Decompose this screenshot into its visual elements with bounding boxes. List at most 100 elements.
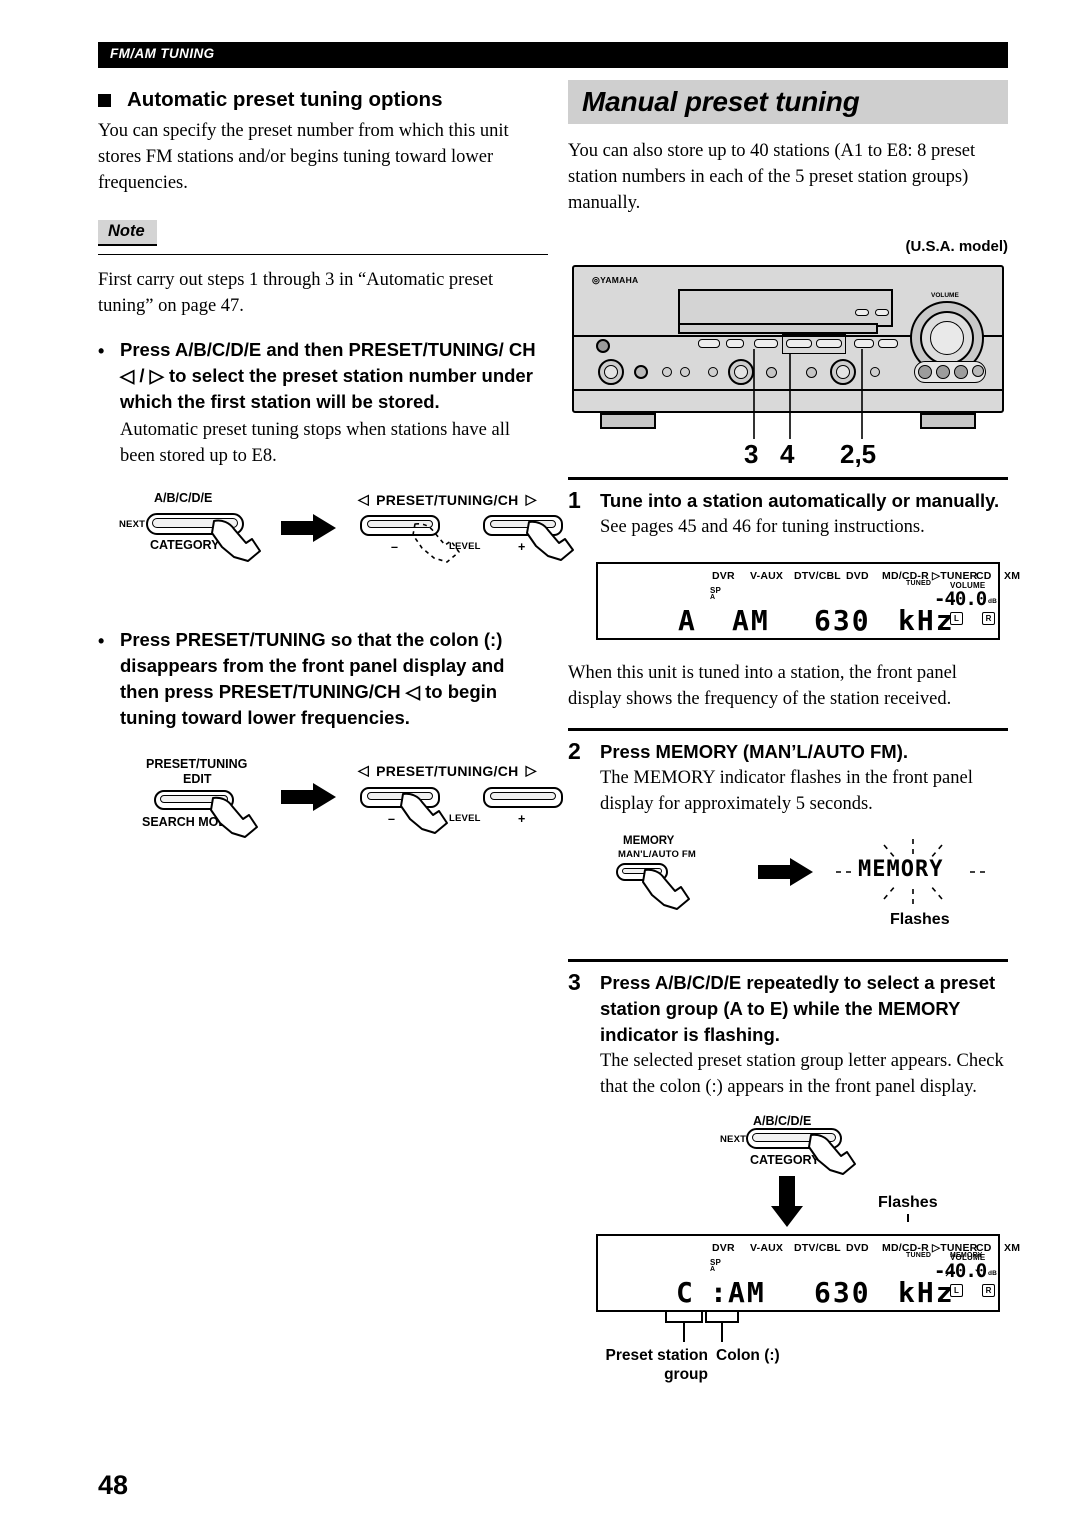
arrow-right-icon-2	[281, 783, 336, 811]
arrow-right-icon-3	[758, 858, 813, 886]
lcd2-colon: :	[710, 1276, 727, 1309]
lcd1-band: AM	[732, 604, 770, 637]
bullet-title-1: Press A/B/C/D/E and then PRESET/TUNING/ …	[120, 339, 536, 412]
rule-step-3	[568, 959, 1008, 962]
caption-preset-station-group: Preset station group	[596, 1346, 708, 1384]
diagram-presettuning-to-preset: PRESET/TUNING EDIT SEARCH MODE ◁ PRESET/…	[98, 757, 563, 857]
step-3: 3 Press A/B/C/D/E repeatedly to select a…	[568, 970, 1008, 1048]
manual-preset-tuning-banner: Manual preset tuning	[568, 80, 1008, 124]
lcd2-tuned-indicator: TUNED	[906, 1252, 932, 1259]
step-1-title: Tune into a station automatically or man…	[600, 490, 1000, 511]
receiver-callout-3: 3	[744, 439, 759, 469]
step-3-number: 3	[568, 969, 581, 995]
left-column: Automatic preset tuning options You can …	[98, 80, 574, 857]
diagram2-top-label-1: PRESET/TUNING	[146, 757, 248, 771]
bullet-marker: •	[98, 341, 105, 361]
lcd2-src-vaux: V-AUX	[750, 1242, 784, 1254]
receiver-callout-25: 2,5	[840, 439, 877, 469]
lcd1-unit: kHz	[898, 604, 955, 637]
flashes-leader-line	[907, 1214, 909, 1222]
note-text: First carry out steps 1 through 3 in “Au…	[98, 270, 494, 316]
lcd2-group-letter: C	[676, 1276, 693, 1309]
banner-title: Manual preset tuning	[582, 86, 860, 117]
left-intro-paragraph: You can specify the preset number from w…	[98, 121, 509, 193]
lcd1-group-letter: A	[678, 604, 697, 637]
note-block: Note	[98, 206, 548, 255]
lcd1-tuned-indicator: TUNED	[906, 580, 932, 587]
lcd1-src-dvr: DVR	[712, 570, 735, 582]
running-head-bar: FM/AM TUNING	[98, 42, 1008, 68]
preset-tuning-ch-label-2: PRESET/TUNING/CH	[376, 762, 519, 779]
bullet-item-2: • Press PRESET/TUNING so that the colon …	[98, 627, 548, 731]
caption-line-1: Preset station	[605, 1347, 708, 1364]
right-arrow-icon-2: ▷	[525, 762, 537, 778]
right-column: Manual preset tuning You can also store …	[568, 80, 1020, 1384]
bullet-marker-2: •	[98, 631, 105, 651]
step-1: 1 Tune into a station automatically or m…	[568, 488, 1008, 514]
memory-button-label-1: MEMORY	[623, 835, 675, 847]
receiver-callout-4: 4	[780, 439, 795, 469]
lcd1-volume-unit: dB	[988, 598, 998, 605]
lcd1-src-dtvcbl: DTV/CBL	[794, 570, 841, 582]
receiver-leader-lines	[753, 349, 863, 439]
lcd2-volume-unit: dB	[988, 1270, 998, 1277]
diagram2-right-heading: ◁ PRESET/TUNING/CH ▷	[358, 762, 537, 779]
bullet-body-1: Automatic preset tuning stops when stati…	[120, 420, 510, 466]
lcd2-src-xm: XM	[1004, 1242, 1021, 1254]
step-2-body: The MEMORY indicator flashes in the fron…	[600, 768, 973, 814]
lcd1-src-vaux: V-AUX	[750, 570, 784, 582]
left-arrow-icon-2: ◁	[358, 762, 370, 778]
caption-colon: Colon (:)	[716, 1347, 780, 1364]
lcd2-unit: kHz	[898, 1276, 955, 1309]
diagram-abcde-to-preset: A/B/C/D/E NEXT CATEGORY ◁ PRESET/TUNING/…	[98, 491, 574, 591]
dashed-hand-icon	[412, 523, 460, 563]
bullet-title-2: Press PRESET/TUNING so that the colon (:…	[120, 629, 505, 728]
right-intro-paragraph: You can also store up to 40 stations (A1…	[568, 141, 976, 213]
note-label: Note	[98, 220, 157, 246]
step-1-after-body: When this unit is tuned into a station, …	[568, 663, 957, 709]
plus-label-2: +	[518, 812, 526, 826]
front-panel-display-2: DVR V-AUX DTV/CBL DVD MD/CD-R ▷TUNER CD …	[596, 1234, 1020, 1312]
lcd2-band: AM	[728, 1276, 766, 1309]
flash-rays-icon	[836, 839, 990, 905]
step-1-number: 1	[568, 487, 581, 513]
lcd2-channel-r: R	[982, 1284, 995, 1297]
arrow-right-icon	[281, 514, 336, 542]
model-label: (U.S.A. model)	[905, 238, 1008, 255]
step-3-body: The selected preset station group letter…	[600, 1051, 1004, 1097]
preset-tuning-ch-label: PRESET/TUNING/CH	[376, 491, 519, 508]
lcd1-src-xm: XM	[1004, 570, 1021, 582]
flashes-label-1: Flashes	[890, 911, 950, 928]
step-2-title: Press MEMORY (MAN’L/AUTO FM).	[600, 741, 909, 762]
memory-button-diagram: MEMORY MAN'L/AUTO FM MEMORY Flashes	[568, 835, 1008, 943]
diagram2-top-label-2: EDIT	[183, 772, 212, 786]
lcd1-channel-l: L	[950, 612, 963, 625]
lcd2-src-dvd: DVD	[846, 1242, 869, 1254]
lcd2-src-dvr: DVR	[712, 1242, 735, 1254]
step-2: 2 Press MEMORY (MAN’L/AUTO FM).	[568, 739, 1008, 765]
rule-step-2	[568, 728, 1008, 731]
square-bullet-icon	[98, 93, 111, 107]
lcd2-channel-l: L	[950, 1284, 963, 1297]
lcd1-sp-a-label: A	[710, 594, 716, 601]
lcd2-frequency: 630	[814, 1276, 871, 1309]
memory-button-label-2: MAN'L/AUTO FM	[618, 849, 697, 860]
lcd1-channel-r: R	[982, 612, 995, 625]
lcd2-callouts: Preset station group Colon (:)	[596, 1312, 1008, 1384]
pointing-hand-icon	[211, 519, 261, 562]
step-3-title: Press A/B/C/D/E repeatedly to select a p…	[600, 972, 996, 1045]
preset-tuning-plus-button-2[interactable]	[483, 787, 563, 808]
receiver-illustration: ◎YAMAHA VOLUME 3 4 2,5	[568, 261, 1008, 469]
preset-plus-inner-2	[490, 792, 556, 800]
running-head-text: FM/AM TUNING	[110, 46, 215, 61]
page-number: 48	[98, 1470, 129, 1500]
minus-label-2: –	[388, 812, 395, 826]
lcd1-frequency: 630	[814, 604, 871, 637]
right-arrow-icon: ▷	[525, 491, 537, 507]
rule-step-1	[568, 477, 1008, 480]
abcde-button-diagram: A/B/C/D/E NEXT CATEGORY Flashes	[568, 1114, 1008, 1227]
bullet-item-1: • Press A/B/C/D/E and then PRESET/TUNING…	[98, 337, 548, 415]
section-heading: Automatic preset tuning options	[98, 88, 548, 112]
pointing-hand-icon-4	[400, 792, 448, 834]
diagram1-right-heading: ◁ PRESET/TUNING/CH ▷	[358, 491, 537, 508]
